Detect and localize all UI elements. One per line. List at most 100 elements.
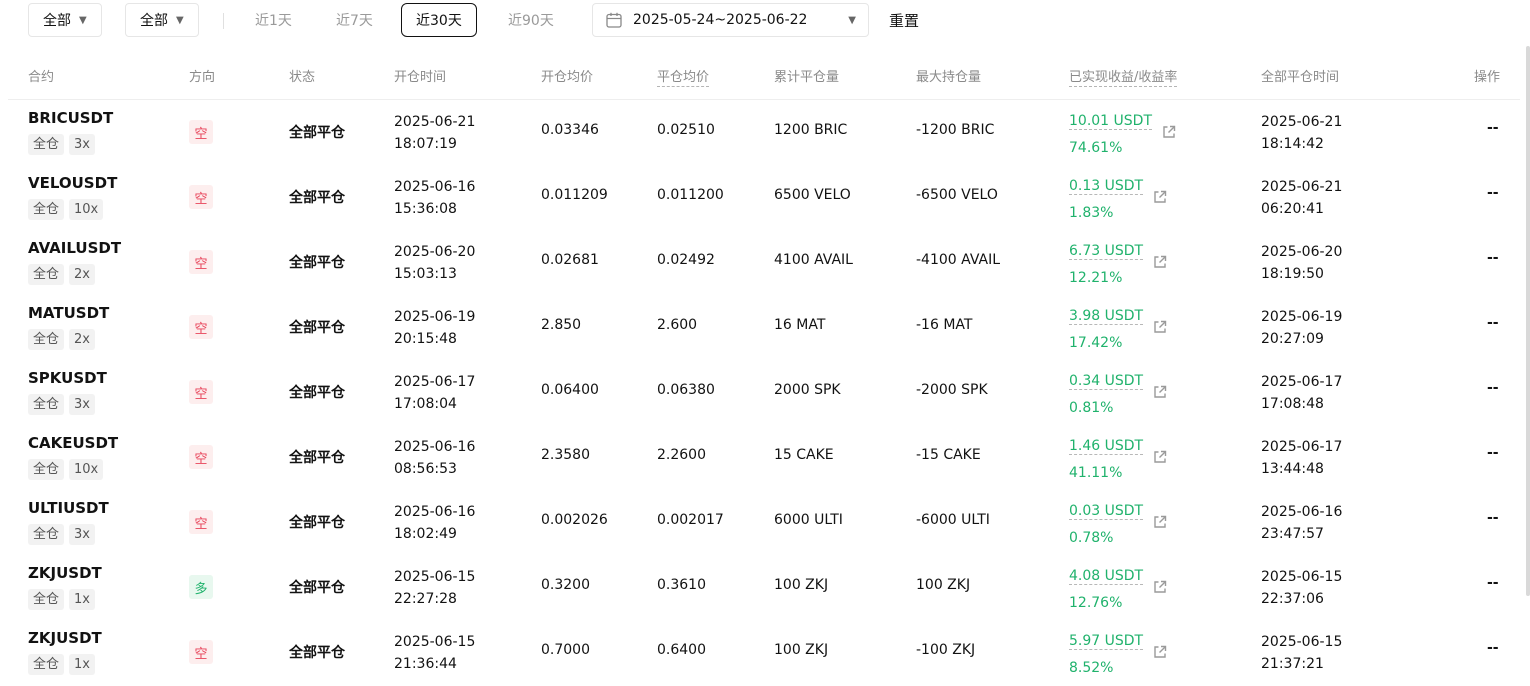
row-closed-qty: 6000 ULTI — [774, 512, 843, 528]
close-date: 2025-06-21 — [1261, 114, 1343, 130]
row-status: 全部平仓 — [289, 125, 345, 141]
row-status: 全部平仓 — [289, 320, 345, 336]
share-icon[interactable] — [1152, 384, 1168, 400]
filter-dropdown-1[interactable]: 全部 ▼ — [28, 3, 102, 37]
row-status: 全部平仓 — [289, 450, 345, 466]
row-max-position: -100 ZKJ — [916, 642, 976, 658]
row-open-avg: 0.011209 — [541, 187, 608, 203]
row-open-time: 2025-06-21 18:07:19 — [394, 111, 475, 155]
pnl-amount[interactable]: 0.34 USDT — [1069, 373, 1144, 390]
table-row: MATUSDT 全仓 2x 空 全部平仓 2025-06-19 20:15:48… — [8, 295, 1520, 360]
row-symbol[interactable]: CAKEUSDT — [28, 434, 118, 452]
range-tab-1d[interactable]: 近1天 — [241, 3, 306, 37]
table-row: ZKJUSDT 全仓 1x 多 全部平仓 2025-06-15 22:27:28… — [8, 555, 1520, 620]
share-icon[interactable] — [1152, 514, 1168, 530]
open-date: 2025-06-16 — [394, 504, 476, 520]
row-symbol[interactable]: ULTIUSDT — [28, 499, 109, 517]
row-tags: 全仓 2x — [28, 264, 95, 285]
share-icon[interactable] — [1152, 254, 1168, 270]
pnl-amount[interactable]: 6.73 USDT — [1069, 243, 1144, 260]
close-date: 2025-06-16 — [1261, 504, 1343, 520]
row-realized-pnl: 6.73 USDT 12.21% — [1069, 238, 1144, 292]
row-max-position: -2000 SPK — [916, 382, 988, 398]
range-tab-7d[interactable]: 近7天 — [322, 3, 387, 37]
pnl-amount[interactable]: 3.98 USDT — [1069, 308, 1144, 325]
margin-mode-tag: 全仓 — [28, 199, 65, 220]
date-range-picker[interactable]: 2025-05-24~2025-06-22 ▼ — [592, 3, 869, 37]
row-symbol[interactable]: ZKJUSDT — [28, 629, 102, 647]
row-close-avg: 0.06380 — [657, 382, 715, 398]
row-symbol[interactable]: VELOUSDT — [28, 174, 117, 192]
pnl-rate: 17.42% — [1069, 335, 1123, 351]
margin-mode-tag: 全仓 — [28, 589, 65, 610]
open-clock: 15:36:08 — [394, 201, 457, 217]
col-header-status: 状态 — [289, 70, 316, 85]
row-max-position: 100 ZKJ — [916, 577, 971, 593]
row-action: -- — [1487, 510, 1499, 526]
row-tags: 全仓 1x — [28, 589, 95, 610]
close-clock: 13:44:48 — [1261, 461, 1324, 477]
row-symbol[interactable]: BRICUSDT — [28, 109, 113, 127]
table-header: 合约 方向 状态 开仓时间 开仓均价 平仓均价 累计平仓量 最大持仓量 已实现收… — [8, 52, 1520, 100]
scrollbar[interactable] — [1526, 46, 1530, 596]
share-icon[interactable] — [1152, 644, 1168, 660]
row-open-avg: 0.002026 — [541, 512, 608, 528]
share-icon[interactable] — [1152, 189, 1168, 205]
pnl-amount[interactable]: 1.46 USDT — [1069, 438, 1144, 455]
row-tags: 全仓 10x — [28, 199, 104, 220]
pnl-amount[interactable]: 0.03 USDT — [1069, 503, 1144, 520]
row-closed-qty: 100 ZKJ — [774, 577, 829, 593]
pnl-amount[interactable]: 4.08 USDT — [1069, 568, 1144, 585]
pnl-amount[interactable]: 10.01 USDT — [1069, 113, 1152, 130]
row-open-time: 2025-06-16 15:36:08 — [394, 176, 475, 220]
row-close-time: 2025-06-20 18:19:50 — [1261, 241, 1342, 285]
row-closed-qty: 6500 VELO — [774, 187, 851, 203]
open-date: 2025-06-16 — [394, 179, 476, 195]
row-open-time: 2025-06-17 17:08:04 — [394, 371, 475, 415]
col-header-closed-qty: 累计平仓量 — [774, 70, 840, 85]
share-icon[interactable] — [1152, 579, 1168, 595]
open-clock: 18:02:49 — [394, 526, 457, 542]
row-symbol[interactable]: MATUSDT — [28, 304, 109, 322]
range-tab-90d[interactable]: 近90天 — [494, 3, 568, 37]
row-action: -- — [1487, 575, 1499, 591]
row-symbol[interactable]: SPKUSDT — [28, 369, 107, 387]
col-header-action: 操作 — [1474, 70, 1501, 85]
row-action: -- — [1487, 315, 1499, 331]
row-close-time: 2025-06-17 17:08:48 — [1261, 371, 1342, 415]
table-row: CAKEUSDT 全仓 10x 空 全部平仓 2025-06-16 08:56:… — [8, 425, 1520, 490]
col-header-close-avg[interactable]: 平仓均价 — [657, 66, 710, 87]
col-header-realized-pnl[interactable]: 已实现收益/收益率 — [1069, 66, 1178, 87]
pnl-amount[interactable]: 0.13 USDT — [1069, 178, 1144, 195]
pnl-rate: 0.78% — [1069, 530, 1114, 546]
row-symbol[interactable]: AVAILUSDT — [28, 239, 121, 257]
pnl-rate: 12.76% — [1069, 595, 1123, 611]
row-action: -- — [1487, 640, 1499, 656]
share-icon[interactable] — [1161, 124, 1177, 140]
caret-down-icon: ▼ — [176, 14, 184, 26]
row-status: 全部平仓 — [289, 190, 345, 206]
row-close-time: 2025-06-15 21:37:21 — [1261, 631, 1342, 675]
row-max-position: -16 MAT — [916, 317, 973, 333]
row-open-avg: 0.06400 — [541, 382, 599, 398]
side-badge: 空 — [189, 445, 213, 469]
row-close-avg: 0.6400 — [657, 642, 706, 658]
table-row: SPKUSDT 全仓 3x 空 全部平仓 2025-06-17 17:08:04… — [8, 360, 1520, 425]
pnl-amount[interactable]: 5.97 USDT — [1069, 633, 1144, 650]
leverage-tag: 3x — [69, 394, 95, 415]
reset-button[interactable]: 重置 — [889, 10, 919, 31]
share-icon[interactable] — [1152, 449, 1168, 465]
side-badge: 空 — [189, 185, 213, 209]
row-open-avg: 0.3200 — [541, 577, 590, 593]
row-symbol[interactable]: ZKJUSDT — [28, 564, 102, 582]
share-icon[interactable] — [1152, 319, 1168, 335]
row-tags: 全仓 10x — [28, 459, 104, 480]
filter-dropdown-2[interactable]: 全部 ▼ — [125, 3, 199, 37]
close-clock: 21:37:21 — [1261, 656, 1324, 672]
row-realized-pnl: 1.46 USDT 41.11% — [1069, 433, 1144, 487]
close-clock: 23:47:57 — [1261, 526, 1324, 542]
row-closed-qty: 15 CAKE — [774, 447, 834, 463]
range-tab-30d[interactable]: 近30天 — [401, 3, 477, 37]
close-date: 2025-06-20 — [1261, 244, 1343, 260]
open-date: 2025-06-21 — [394, 114, 476, 130]
